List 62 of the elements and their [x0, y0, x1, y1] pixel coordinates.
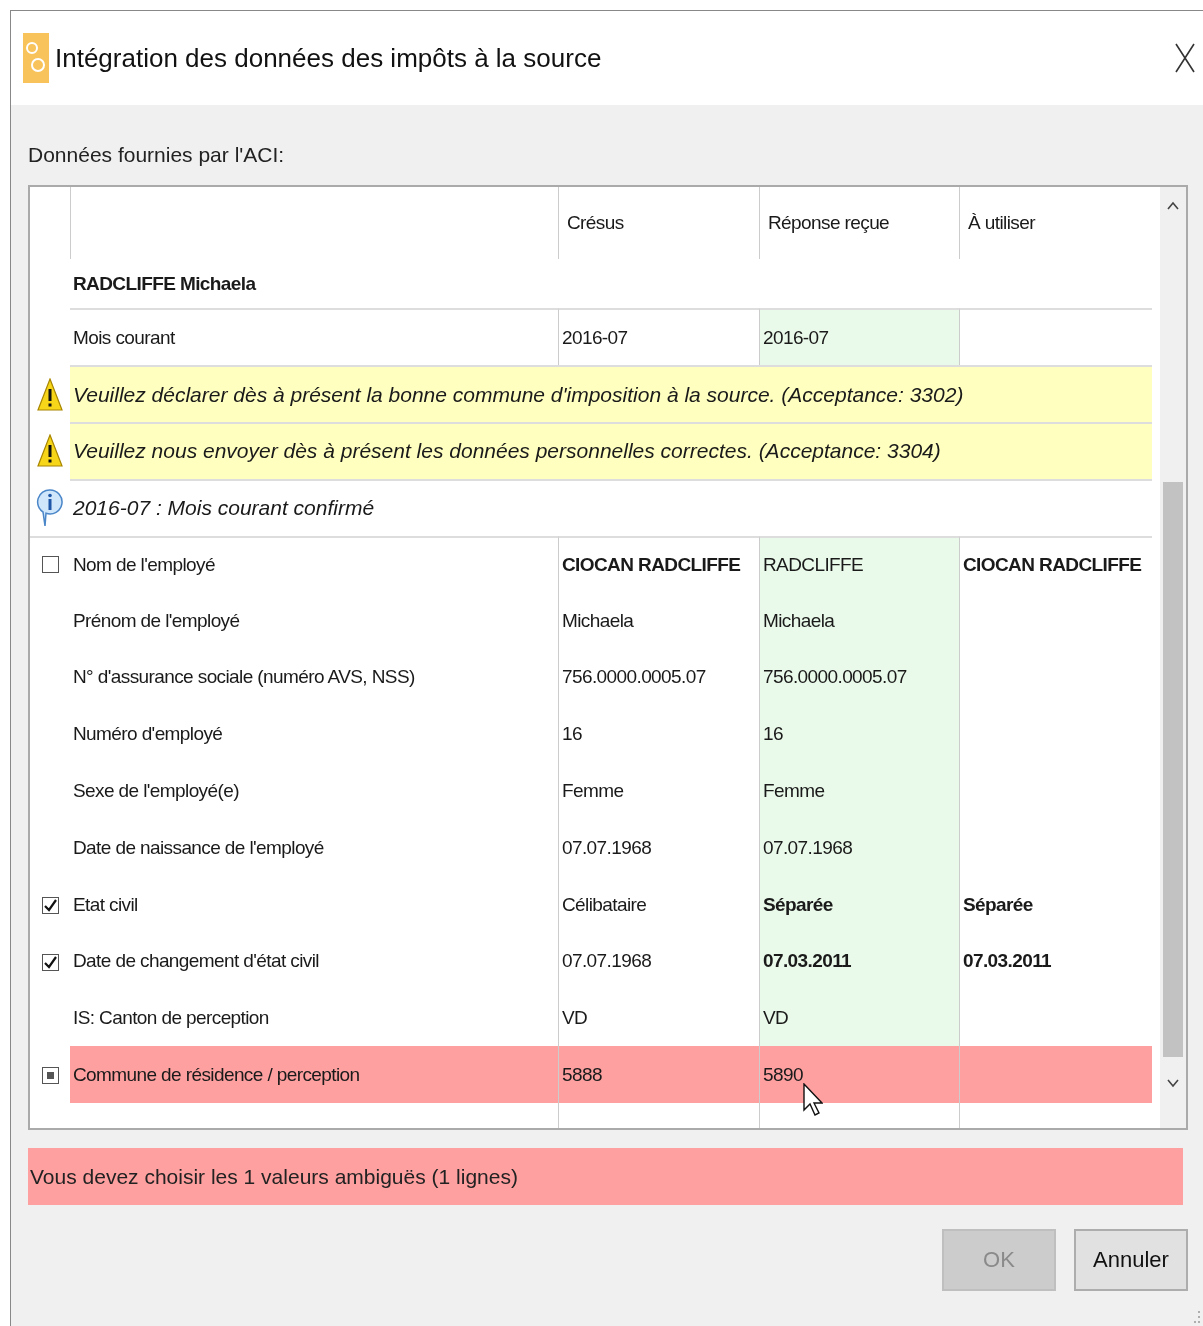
- column-header: Réponse reçue: [768, 211, 890, 234]
- checkbox[interactable]: [41, 556, 59, 574]
- mouse-cursor-icon: [803, 1083, 823, 1117]
- dialog-button[interactable]: Annuler: [1074, 1229, 1188, 1291]
- table-cell: Femme: [562, 779, 624, 802]
- row-label: Etat civil: [73, 893, 138, 916]
- resize-grip-icon[interactable]: [1191, 1310, 1201, 1324]
- table-cell: 07.07.1968: [562, 950, 652, 973]
- row-label: Date de changement d'état civil: [73, 950, 319, 973]
- table-cell: Michaela: [562, 609, 634, 632]
- table-cell: 756.0000.0005.07: [763, 666, 907, 689]
- table-cell: CIOCAN RADCLIFFE: [562, 553, 741, 576]
- table-cell: Femme: [763, 779, 825, 802]
- table-cell: VD: [562, 1007, 588, 1030]
- table-cell: 07.07.1968: [763, 836, 853, 859]
- table-cell: Michaela: [763, 609, 835, 632]
- column-header: À utiliser: [968, 211, 1035, 234]
- table-cell: 5890: [763, 1063, 803, 1086]
- employee-name: RADCLIFFE Michaela: [73, 272, 256, 295]
- scroll-down-icon[interactable]: [1167, 1079, 1179, 1088]
- warning-icon: [37, 377, 63, 412]
- column-header: Crésus: [567, 211, 624, 234]
- status-message: Vous devez choisir les 1 valeurs ambiguës (1 lignes): [28, 1148, 1183, 1205]
- row-label: Date de naissance de l'employé: [73, 836, 324, 859]
- row-label: Prénom de l'employé: [73, 609, 240, 632]
- table-cell: 07.07.1968: [562, 836, 652, 859]
- table-cell: Célibataire: [562, 893, 647, 916]
- app-logo-icon: [23, 33, 49, 83]
- message-text: Veuillez déclarer dès à présent la bonne commune d'imposition à la source. (Acceptance: 3302): [73, 382, 964, 407]
- mixed-checkbox[interactable]: [41, 1067, 59, 1085]
- info-icon: [36, 488, 64, 529]
- table-cell: 756.0000.0005.07: [562, 666, 706, 689]
- row-label: Sexe de l'employé(e): [73, 779, 239, 802]
- table-cell: 07.03.2011: [963, 950, 1052, 973]
- table-cell: 2016-07: [763, 326, 829, 349]
- table-cell: 2016-07: [562, 326, 628, 349]
- row-label: Nom de l'employé: [73, 553, 215, 576]
- checkbox[interactable]: [41, 897, 59, 914]
- table-cell: Séparée: [963, 893, 1033, 916]
- warning-icon: [37, 434, 63, 469]
- message-text: Veuillez nous envoyer dès à présent les données personnelles correctes. (Acceptance: 3304): [73, 439, 941, 464]
- row-label: N° d'assurance sociale (numéro AVS, NSS): [73, 666, 415, 689]
- scroll-thumb[interactable]: [1163, 482, 1183, 1057]
- table-cell: 5888: [562, 1063, 602, 1086]
- checkbox[interactable]: [41, 953, 59, 971]
- table-cell: VD: [763, 1007, 789, 1030]
- row-label: Commune de résidence / perception: [73, 1063, 360, 1086]
- scrollbar[interactable]: [1160, 187, 1186, 1128]
- table-cell: 07.03.2011: [763, 950, 852, 973]
- table-cell: 16: [763, 723, 783, 746]
- section-label: Données fournies par l'ACI:: [28, 143, 286, 167]
- table-cell: CIOCAN RADCLIFFE: [963, 553, 1142, 576]
- table-cell: RADCLIFFE: [763, 553, 864, 576]
- table-cell: Séparée: [763, 893, 833, 916]
- row-label: Mois courant: [73, 326, 175, 349]
- row-label: Numéro d'employé: [73, 723, 223, 746]
- window-title: Intégration des données des impôts à la source: [55, 42, 602, 74]
- close-icon[interactable]: [1175, 43, 1195, 73]
- message-text: 2016-07 : Mois courant confirmé: [73, 496, 375, 521]
- scroll-up-icon[interactable]: [1167, 201, 1179, 210]
- row-label: IS: Canton de perception: [73, 1007, 269, 1030]
- table-cell: 16: [562, 723, 582, 746]
